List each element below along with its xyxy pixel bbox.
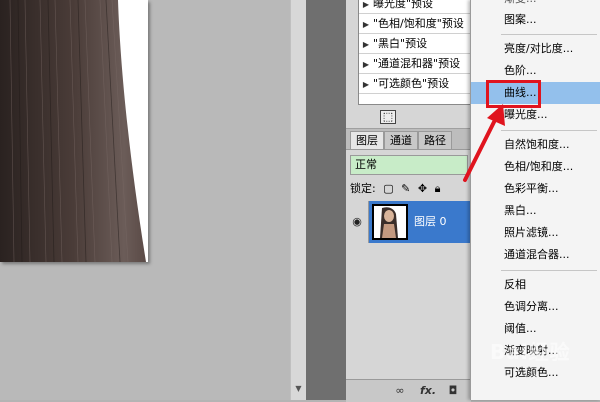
expand-triangle-icon[interactable]: ▶ <box>359 0 373 13</box>
annotation-arrow-icon <box>463 104 505 182</box>
preset-label: 曝光度"预设 <box>373 0 434 10</box>
preset-item[interactable]: ▶ "可选颜色"预设 <box>359 74 477 94</box>
menu-item-brightness-contrast[interactable]: 亮度/对比度... <box>471 38 600 60</box>
lock-label: 锁定: <box>350 182 376 195</box>
menu-separator <box>501 270 597 271</box>
layer-name[interactable]: 图层 0 <box>414 201 447 243</box>
blend-mode-select[interactable]: 正常 <box>350 155 468 175</box>
expand-triangle-icon[interactable]: ▶ <box>359 35 373 53</box>
preset-item[interactable]: ▶ "色相/饱和度"预设 <box>359 14 477 34</box>
lock-position-move-icon[interactable]: ✥ <box>418 181 427 197</box>
scroll-down-icon[interactable]: ▼ <box>291 381 306 396</box>
tab-layers[interactable]: 图层 <box>350 131 384 149</box>
lock-row: 锁定: ▢ ✎ ✥ 🔒︎ <box>350 181 468 197</box>
layer-thumbnail <box>372 204 408 240</box>
document-canvas-area[interactable]: ▼ <box>0 0 306 400</box>
add-mask-icon[interactable]: ◘ <box>446 383 460 399</box>
layer-thumbnail-image <box>374 206 406 238</box>
preset-label: "色相/饱和度"预设 <box>373 17 464 30</box>
fx-icon[interactable]: fx. <box>418 383 438 399</box>
menu-item-invert[interactable]: 反相 <box>471 274 600 296</box>
adjustment-presets-list: ▶ 曝光度"预设 ▶ "色相/饱和度"预设 ▶ "黑白"预设 ▶ "通道混和器"预设 ▶… <box>358 0 478 105</box>
visibility-eye-icon[interactable]: ◉ <box>346 201 369 243</box>
menu-separator <box>501 34 597 35</box>
vertical-scrollbar[interactable]: ▼ <box>290 0 306 400</box>
preset-label: "可选颜色"预设 <box>373 77 450 90</box>
expand-triangle-icon[interactable]: ▶ <box>359 15 373 33</box>
expand-triangle-icon[interactable]: ▶ <box>359 75 373 93</box>
layer-row[interactable]: ◉ 图层 0 <box>346 201 471 243</box>
lock-transparent-icon[interactable]: ▢ <box>383 181 393 197</box>
menu-item-posterize[interactable]: 色调分离... <box>471 296 600 318</box>
menu-separator <box>501 130 597 131</box>
menu-item-photo-filter[interactable]: 照片滤镜... <box>471 222 600 244</box>
preset-item[interactable]: ▶ "黑白"预设 <box>359 34 477 54</box>
preset-item[interactable]: ▶ 曝光度"预设 <box>359 0 477 14</box>
menu-item-black-white[interactable]: 黑白... <box>471 200 600 222</box>
layers-panel-tab-bar: 图层 通道 路径 <box>346 129 471 150</box>
tab-channels[interactable]: 通道 <box>384 131 418 149</box>
preset-item[interactable]: ▶ "通道混和器"预设 <box>359 54 477 74</box>
document-image <box>0 0 148 262</box>
expand-triangle-icon[interactable]: ▶ <box>359 55 373 73</box>
workspace-divider <box>306 0 346 400</box>
lock-all-icon[interactable]: 🔒︎ <box>435 181 441 197</box>
preset-label: "通道混和器"预设 <box>373 57 461 70</box>
menu-item-channel-mixer[interactable]: 通道混合器... <box>471 244 600 266</box>
link-icon[interactable]: ∞ <box>392 383 408 399</box>
clip-to-layer-icon[interactable]: ⬚ <box>380 110 396 124</box>
hair-photo <box>0 0 146 262</box>
layers-bottom-bar: ∞ fx. ◘ <box>346 379 471 402</box>
watermark-logo: Bai经验 <box>490 340 571 364</box>
menu-item-levels[interactable]: 色阶... <box>471 60 600 82</box>
layers-panel: 图层 通道 路径 正常 锁定: ▢ ✎ ✥ 🔒︎ ◉ 图层 0 ∞ fx. ◘ <box>346 128 471 402</box>
preset-label: "黑白"预设 <box>373 37 428 50</box>
menu-item-pattern[interactable]: 图案... <box>471 9 600 31</box>
tab-paths[interactable]: 路径 <box>418 131 452 149</box>
lock-image-brush-icon[interactable]: ✎ <box>401 181 410 197</box>
